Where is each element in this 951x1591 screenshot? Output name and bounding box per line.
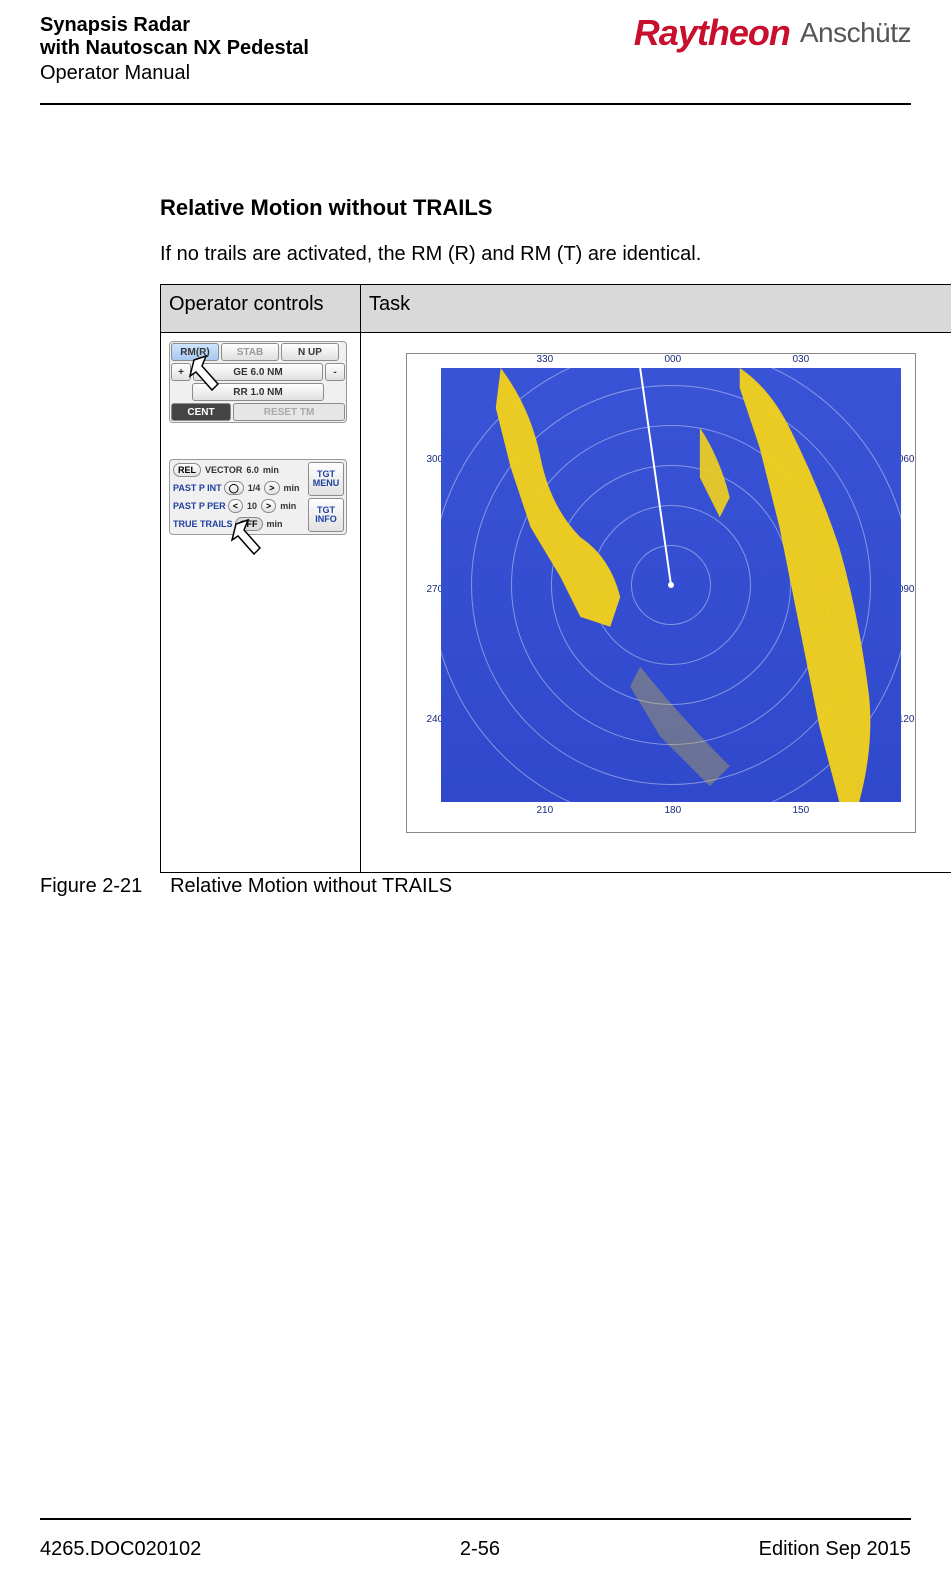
pointer-arrow-icon bbox=[188, 354, 228, 398]
past-p-per-unit: min bbox=[280, 501, 296, 511]
stab-button[interactable]: STAB bbox=[221, 343, 279, 361]
radar-display-figure: 330 000 030 060 090 120 210 180 150 300 … bbox=[406, 353, 916, 833]
bearing-label: 330 bbox=[537, 354, 554, 365]
past-p-per-inc[interactable]: > bbox=[261, 499, 276, 513]
tgt-menu-button[interactable]: TGT MENU bbox=[308, 462, 344, 496]
vector-value: 6.0 bbox=[246, 465, 259, 475]
figure-title: Relative Motion without TRAILS bbox=[170, 875, 452, 897]
brand-logo: Raytheon Anschütz bbox=[634, 12, 911, 54]
page-header: Synapsis Radar with Nautoscan NX Pedesta… bbox=[40, 10, 911, 85]
radar-echoes bbox=[441, 368, 901, 802]
section-intro: If no trails are activated, the RM (R) a… bbox=[160, 243, 951, 266]
cent-button[interactable]: CENT bbox=[171, 403, 231, 421]
manual-subtitle: Operator Manual bbox=[40, 62, 309, 85]
range-minus-button[interactable]: - bbox=[325, 363, 345, 381]
past-p-int-label: PAST P INT bbox=[171, 483, 222, 493]
table-header-operator-controls: Operator controls bbox=[161, 285, 361, 333]
header-rule bbox=[40, 103, 911, 105]
past-p-int-value: 1/4 bbox=[248, 483, 261, 493]
true-trails-label: TRUE TRAILS bbox=[171, 519, 233, 529]
bearing-label: 030 bbox=[793, 354, 810, 365]
raytheon-wordmark: Raytheon bbox=[634, 12, 790, 54]
vector-unit: min bbox=[263, 465, 279, 475]
reset-tm-button[interactable]: RESET TM bbox=[233, 403, 345, 421]
section-heading: Relative Motion without TRAILS bbox=[160, 195, 951, 221]
task-cell: 330 000 030 060 090 120 210 180 150 300 … bbox=[361, 333, 951, 873]
anschutz-wordmark: Anschütz bbox=[800, 17, 911, 49]
product-title-1: Synapsis Radar bbox=[40, 14, 309, 37]
edition-date: Edition Sep 2015 bbox=[759, 1538, 911, 1561]
bearing-label: 000 bbox=[665, 354, 682, 365]
range-mode-panel: RM(R) STAB N UP + GE 6.0 NM - RR 1.0 NM bbox=[169, 341, 347, 423]
operator-controls-cell: RM(R) STAB N UP + GE 6.0 NM - RR 1.0 NM bbox=[161, 333, 361, 873]
past-p-per-value: 10 bbox=[247, 501, 257, 511]
past-p-per-label: PAST P PER bbox=[171, 501, 226, 511]
radar-ppi bbox=[441, 368, 901, 802]
pointer-arrow-icon bbox=[230, 518, 270, 562]
past-p-int-inc[interactable]: > bbox=[264, 481, 279, 495]
tgt-info-button[interactable]: TGT INFO bbox=[308, 498, 344, 532]
bearing-label: 210 bbox=[537, 805, 554, 816]
page-footer: 4265.DOC020102 2-56 Edition Sep 2015 bbox=[40, 1518, 911, 1561]
past-p-per-dec[interactable]: < bbox=[228, 499, 243, 513]
product-title-2: with Nautoscan NX Pedestal bbox=[40, 37, 309, 60]
procedure-table: Operator controls Task RM(R) STAB N UP + bbox=[160, 284, 951, 873]
past-p-int-unit: min bbox=[284, 483, 300, 493]
figure-caption: Figure 2-21 Relative Motion without TRAI… bbox=[40, 875, 951, 898]
doc-number: 4265.DOC020102 bbox=[40, 1538, 201, 1561]
page-number: 2-56 bbox=[460, 1538, 500, 1561]
table-header-task: Task bbox=[361, 285, 951, 333]
target-vector-panel: REL VECTOR 6.0 min PAST P INT ◯ 1/4 > bbox=[169, 459, 347, 535]
bearing-label: 150 bbox=[793, 805, 810, 816]
bearing-label: 180 bbox=[665, 805, 682, 816]
nup-button[interactable]: N UP bbox=[281, 343, 339, 361]
vector-label: VECTOR bbox=[205, 465, 242, 475]
footer-rule bbox=[40, 1518, 911, 1520]
past-p-int-toggle[interactable]: ◯ bbox=[224, 481, 244, 495]
rel-toggle[interactable]: REL bbox=[173, 463, 201, 477]
figure-number: Figure 2-21 bbox=[40, 875, 142, 897]
